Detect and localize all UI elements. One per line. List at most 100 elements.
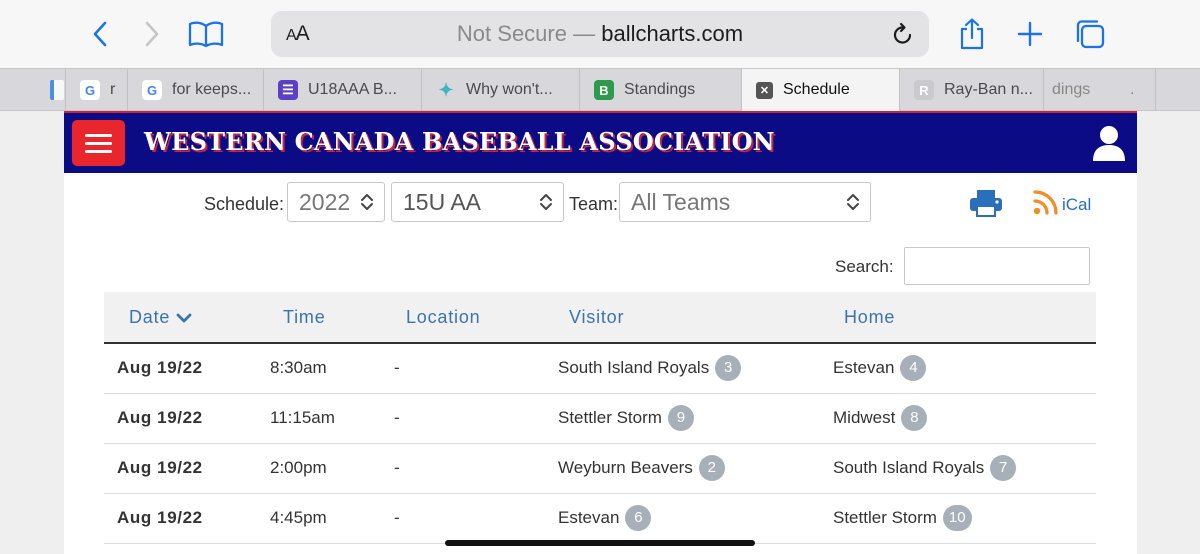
visitor-score-badge: 6 xyxy=(625,505,652,531)
bookmarks-button[interactable] xyxy=(186,14,226,54)
tab-0[interactable] xyxy=(0,69,66,111)
domain-label: ballcharts.com xyxy=(601,21,744,46)
book-icon xyxy=(188,21,224,48)
home-header-label: Home xyxy=(844,306,896,327)
dots-favicon-icon: ✦ xyxy=(438,79,454,100)
tab-2[interactable]: G for keeps... xyxy=(128,69,264,111)
table-row: Aug 19/22 2:00pm - Weyburn Beavers 2 South Is… xyxy=(104,443,1096,494)
home-team-name: Estevan xyxy=(833,358,895,378)
tab-label: Schedule xyxy=(783,81,850,98)
tab-8[interactable]: dings xyxy=(1034,69,1130,111)
team-value: All Teams xyxy=(631,189,731,215)
home-cell: South Island Royals 7 xyxy=(819,443,1096,494)
tab-label: Standings xyxy=(624,81,696,98)
chevron-updown-icon xyxy=(847,194,859,210)
tab-3[interactable]: ☰ U18AAA B... xyxy=(264,69,422,111)
forward-button[interactable] xyxy=(132,14,172,54)
chevron-updown-icon xyxy=(540,194,552,210)
tab-9[interactable]: . xyxy=(1126,69,1156,111)
ical-label: iCal xyxy=(1062,195,1092,214)
location-cell: - xyxy=(381,343,544,394)
google-favicon-icon: G xyxy=(80,80,100,100)
date-cell: Aug 19/22 xyxy=(104,443,258,494)
tab-label: Ray-Ban n... xyxy=(944,81,1033,98)
back-button[interactable] xyxy=(80,14,120,54)
time-header-label: Time xyxy=(283,306,326,327)
visitor-column-header[interactable]: Visitor xyxy=(544,292,819,344)
b-favicon-icon: B xyxy=(594,80,614,100)
tabs-overview-button[interactable] xyxy=(1070,14,1110,54)
home-score-badge: 4 xyxy=(900,355,927,382)
chevron-left-icon xyxy=(93,21,107,47)
date-cell: Aug 19/22 xyxy=(104,343,258,394)
division-select[interactable]: 15U AA xyxy=(391,182,564,222)
visitor-team-name: South Island Royals xyxy=(558,358,710,378)
web-page: WESTERN CANADA BASEBALL ASSOCIATION Sche… xyxy=(64,111,1137,554)
visitor-score-badge: 3 xyxy=(715,355,742,382)
new-tab-button[interactable] xyxy=(1010,14,1050,54)
plus-icon xyxy=(1017,21,1043,47)
share-button[interactable] xyxy=(952,14,992,54)
tab-4[interactable]: ✦ Why won't... xyxy=(422,69,580,111)
visitor-cell: Estevan 6 xyxy=(544,493,819,544)
tab-label: . xyxy=(1130,81,1135,98)
site-title: WESTERN CANADA BASEBALL ASSOCIATION xyxy=(144,127,775,156)
home-team-name: South Island Royals xyxy=(833,458,985,477)
chevron-updown-icon xyxy=(361,194,373,210)
team-label: Team: xyxy=(569,194,619,214)
visitor-cell: Weyburn Beavers 2 xyxy=(544,443,819,494)
chevron-right-icon xyxy=(145,21,159,47)
visitor-team-name: Stettler Storm xyxy=(558,408,662,427)
tab-7[interactable]: R Ray-Ban n... xyxy=(900,69,1044,111)
tab-schedule-active[interactable]: ✕ Schedule xyxy=(742,69,900,111)
location-column-header[interactable]: Location xyxy=(381,292,544,344)
home-cell: Estevan 4 xyxy=(819,343,1096,394)
year-select[interactable]: 2022 xyxy=(287,182,385,222)
tab-label: U18AAA B... xyxy=(308,81,397,98)
location-cell: - xyxy=(381,493,544,544)
hamburger-menu-button[interactable] xyxy=(72,120,125,166)
sort-down-icon xyxy=(176,313,192,323)
tab-5[interactable]: B Standings xyxy=(580,69,742,111)
visitor-cell: South Island Royals 3 xyxy=(544,343,819,394)
tab-1[interactable]: G r xyxy=(66,69,128,111)
home-cell: Midwest 8 xyxy=(819,393,1096,444)
not-secure-label: Not Secure — xyxy=(456,21,596,46)
tab-bar: G r G for keeps... ☰ U18AAA B... ✦ Why w… xyxy=(0,68,1200,111)
division-value: 15U AA xyxy=(403,189,481,215)
schedule-table: Date Time Location Visitor Home Aug 19/2… xyxy=(104,292,1096,554)
home-score-badge: 10 xyxy=(942,505,972,531)
user-account-icon[interactable] xyxy=(1089,123,1129,168)
close-tab-icon[interactable]: ✕ xyxy=(756,81,773,99)
time-column-header[interactable]: Time xyxy=(258,292,381,344)
r-favicon-icon: R xyxy=(914,80,934,100)
table-row: Aug 19/22 4:45pm - Estevan 6 Stettler Storm 10 xyxy=(104,493,1096,544)
search-label: Search: xyxy=(835,257,894,276)
reload-button[interactable] xyxy=(891,22,915,51)
reload-icon xyxy=(893,22,912,44)
visitor-score-badge: 2 xyxy=(698,455,725,481)
date-column-header[interactable]: Date xyxy=(104,292,258,344)
location-header-label: Location xyxy=(406,306,481,327)
url-text: Not Secure — ballcharts.com xyxy=(271,21,929,47)
print-button[interactable] xyxy=(969,189,1003,222)
table-header-row: Date Time Location Visitor Home xyxy=(104,292,1096,344)
tab-label: for keeps... xyxy=(172,81,252,98)
ical-link[interactable]: iCal xyxy=(1032,188,1091,216)
visitor-team-name: Estevan xyxy=(558,508,620,527)
visitor-score-badge: 9 xyxy=(667,405,694,431)
schedule-label: Schedule: xyxy=(204,194,285,214)
address-bar[interactable]: AAAA Not Secure — ballcharts.com xyxy=(271,11,929,57)
site-banner: WESTERN CANADA BASEBALL ASSOCIATION xyxy=(64,111,1137,173)
home-column-header[interactable]: Home xyxy=(819,292,1096,344)
team-select[interactable]: All Teams xyxy=(619,182,871,222)
search-input[interactable] xyxy=(904,247,1090,285)
visitor-header-label: Visitor xyxy=(569,306,625,327)
visitor-team-name: Weyburn Beavers xyxy=(558,458,693,477)
date-header-label: Date xyxy=(129,306,171,327)
home-score-badge: 8 xyxy=(901,405,928,431)
table-row: Aug 19/22 8:30am - South Island Royals 3 Este… xyxy=(104,343,1096,394)
share-icon xyxy=(960,18,984,50)
list-favicon-icon: ☰ xyxy=(278,80,298,100)
location-cell: - xyxy=(381,443,544,494)
